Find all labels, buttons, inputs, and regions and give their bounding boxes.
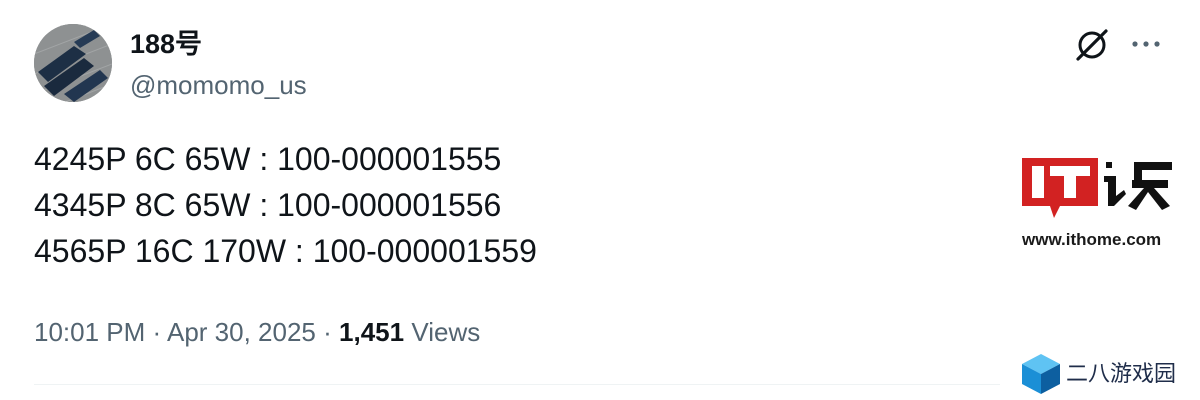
tweet-time[interactable]: 10:01 PM [34,317,145,347]
ithome-url: www.ithome.com [1022,230,1162,249]
avatar[interactable] [34,24,112,102]
tweet-line-3: 4565P 16C 170W : 100-000001559 [34,233,537,269]
user-handle[interactable]: @momomo_us [130,68,307,102]
tweet-meta: 10:01 PM · Apr 30, 2025 · 1,451 Views [34,312,480,352]
cube-logo-icon [1020,352,1062,394]
more-options-icon[interactable] [1128,28,1164,64]
ithome-logo [1020,154,1180,224]
meta-separator-2: · [323,317,332,347]
display-name[interactable]: 188号 [130,26,202,62]
tweet-text: 4245P 6C 65W : 100-000001555 4345P 8C 65… [34,136,934,274]
tweet-line-1: 4245P 6C 65W : 100-000001555 [34,141,502,177]
divider [34,384,1000,385]
game-site-name: 二八游戏园 [1066,362,1177,387]
meta-separator-1: · [152,317,162,347]
grok-icon[interactable] [1074,27,1110,63]
tweet-card: 188号 @momomo_us 4245P 6C 65W : 100-00000… [0,0,1200,400]
tweet-line-2: 4345P 8C 65W : 100-000001556 [34,187,502,223]
tweet-date[interactable]: Apr 30, 2025 [167,317,316,347]
views-label: Views [411,317,481,347]
views-count[interactable]: 1,451 [339,317,404,347]
avatar-image [34,24,112,102]
